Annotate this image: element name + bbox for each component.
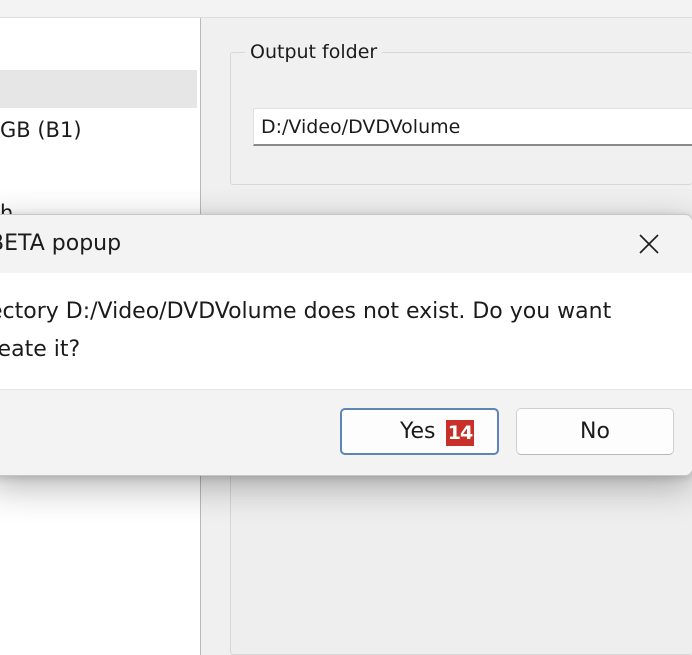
list-item-gb-b1[interactable]: GB (B1): [0, 111, 197, 149]
window-top-strip: [0, 0, 692, 18]
yes-button-label: Yes: [400, 419, 436, 444]
list-item-partial[interactable]: h: [0, 196, 197, 216]
popup-body: ectory D:/Video/DVDVolume does not exist…: [0, 273, 692, 389]
popup-title: BETA popup: [0, 231, 122, 256]
yes-button[interactable]: Yes 14: [340, 408, 499, 455]
popup-close-button[interactable]: [629, 224, 669, 264]
list-item-selected[interactable]: [0, 70, 197, 108]
output-folder-group: Output folder: [230, 37, 692, 185]
popup-message: ectory D:/Video/DVDVolume does not exist…: [0, 299, 612, 362]
list-item-label: h: [0, 201, 14, 216]
app-window: GB (B1) h Output folder Info BETA popup: [0, 0, 692, 655]
countdown-badge: 14: [446, 420, 474, 446]
output-folder-label: Output folder: [245, 37, 383, 67]
popup-title-bar: BETA popup: [0, 215, 692, 273]
list-item-label: GB (B1): [0, 118, 82, 142]
beta-popup-dialog: BETA popup ectory D:/Video/DVDVolume doe…: [0, 214, 692, 476]
no-button-label: No: [580, 419, 610, 444]
no-button[interactable]: No: [516, 408, 674, 455]
popup-button-bar: Yes 14 No: [0, 389, 692, 475]
close-icon: [639, 234, 659, 254]
output-folder-input[interactable]: [253, 108, 692, 146]
